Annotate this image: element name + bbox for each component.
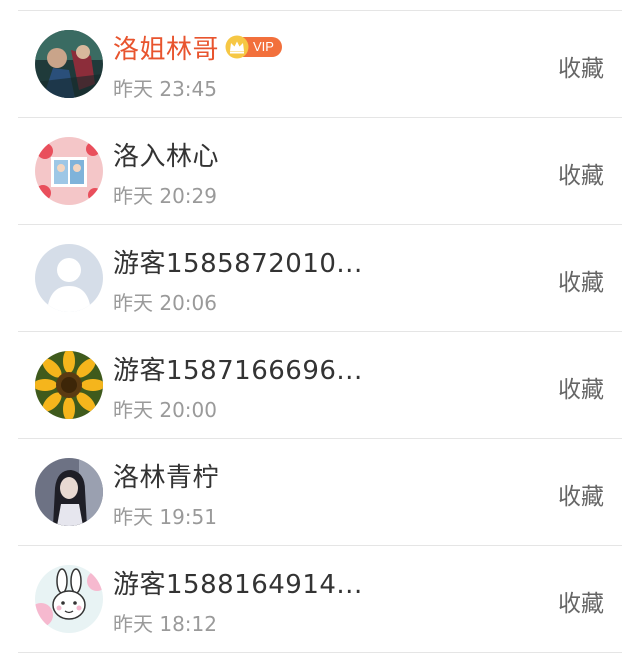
favorite-button[interactable]: 收藏 [558, 370, 604, 404]
name-line: 洛入林心 [113, 136, 219, 173]
user-name[interactable]: 洛姐林哥 [113, 29, 219, 66]
visit-time: 昨天 20:06 [113, 291, 217, 315]
list-item[interactable]: 洛林青柠 昨天 19:51 收藏 [18, 439, 622, 546]
avatar-image [35, 458, 103, 526]
favorite-button[interactable]: 收藏 [558, 49, 604, 83]
user-name[interactable]: 游客1588164914... [113, 564, 363, 601]
user-name[interactable]: 洛林青柠 [113, 457, 219, 494]
favorite-button[interactable]: 收藏 [558, 584, 604, 618]
visit-time: 昨天 19:51 [113, 505, 217, 529]
list-item[interactable]: 洛入林心 昨天 20:29 收藏 [18, 118, 622, 225]
user-name[interactable]: 洛入林心 [113, 136, 219, 173]
visitor-list: 洛姐林哥 VIP 昨天 23:45 收藏 洛入林心 昨天 20:29 收藏 游客… [18, 10, 622, 653]
visit-time: 昨天 20:29 [113, 184, 217, 208]
sunflower-icon [35, 351, 103, 419]
name-line: 洛姐林哥 VIP [113, 29, 282, 66]
list-item[interactable]: 游客1585872010... 昨天 20:06 收藏 [18, 225, 622, 332]
list-item[interactable]: 游客1587166696... 昨天 20:00 收藏 [18, 332, 622, 439]
avatar[interactable] [35, 137, 103, 205]
default-avatar-icon [35, 244, 103, 312]
name-line: 游客1585872010... [113, 243, 363, 280]
favorite-button[interactable]: 收藏 [558, 156, 604, 190]
avatar[interactable] [35, 30, 103, 98]
visit-time: 昨天 18:12 [113, 612, 217, 636]
avatar[interactable] [35, 244, 103, 312]
avatar[interactable] [35, 565, 103, 633]
user-name[interactable]: 游客1587166696... [113, 350, 363, 387]
avatar-image [35, 137, 103, 205]
list-item[interactable]: 洛姐林哥 VIP 昨天 23:45 收藏 [18, 11, 622, 118]
visit-time: 昨天 23:45 [113, 77, 217, 101]
avatar-image [35, 30, 103, 98]
name-line: 游客1587166696... [113, 350, 363, 387]
favorite-button[interactable]: 收藏 [558, 477, 604, 511]
name-line: 游客1588164914... [113, 564, 363, 601]
avatar[interactable] [35, 351, 103, 419]
list-item[interactable]: 游客1588164914... 昨天 18:12 收藏 [18, 546, 622, 653]
name-line: 洛林青柠 [113, 457, 219, 494]
vip-badge: VIP [225, 35, 282, 59]
bunny-icon [35, 565, 103, 633]
visit-time: 昨天 20:00 [113, 398, 217, 422]
favorite-button[interactable]: 收藏 [558, 263, 604, 297]
crown-icon [225, 35, 249, 59]
avatar[interactable] [35, 458, 103, 526]
user-name[interactable]: 游客1585872010... [113, 243, 363, 280]
